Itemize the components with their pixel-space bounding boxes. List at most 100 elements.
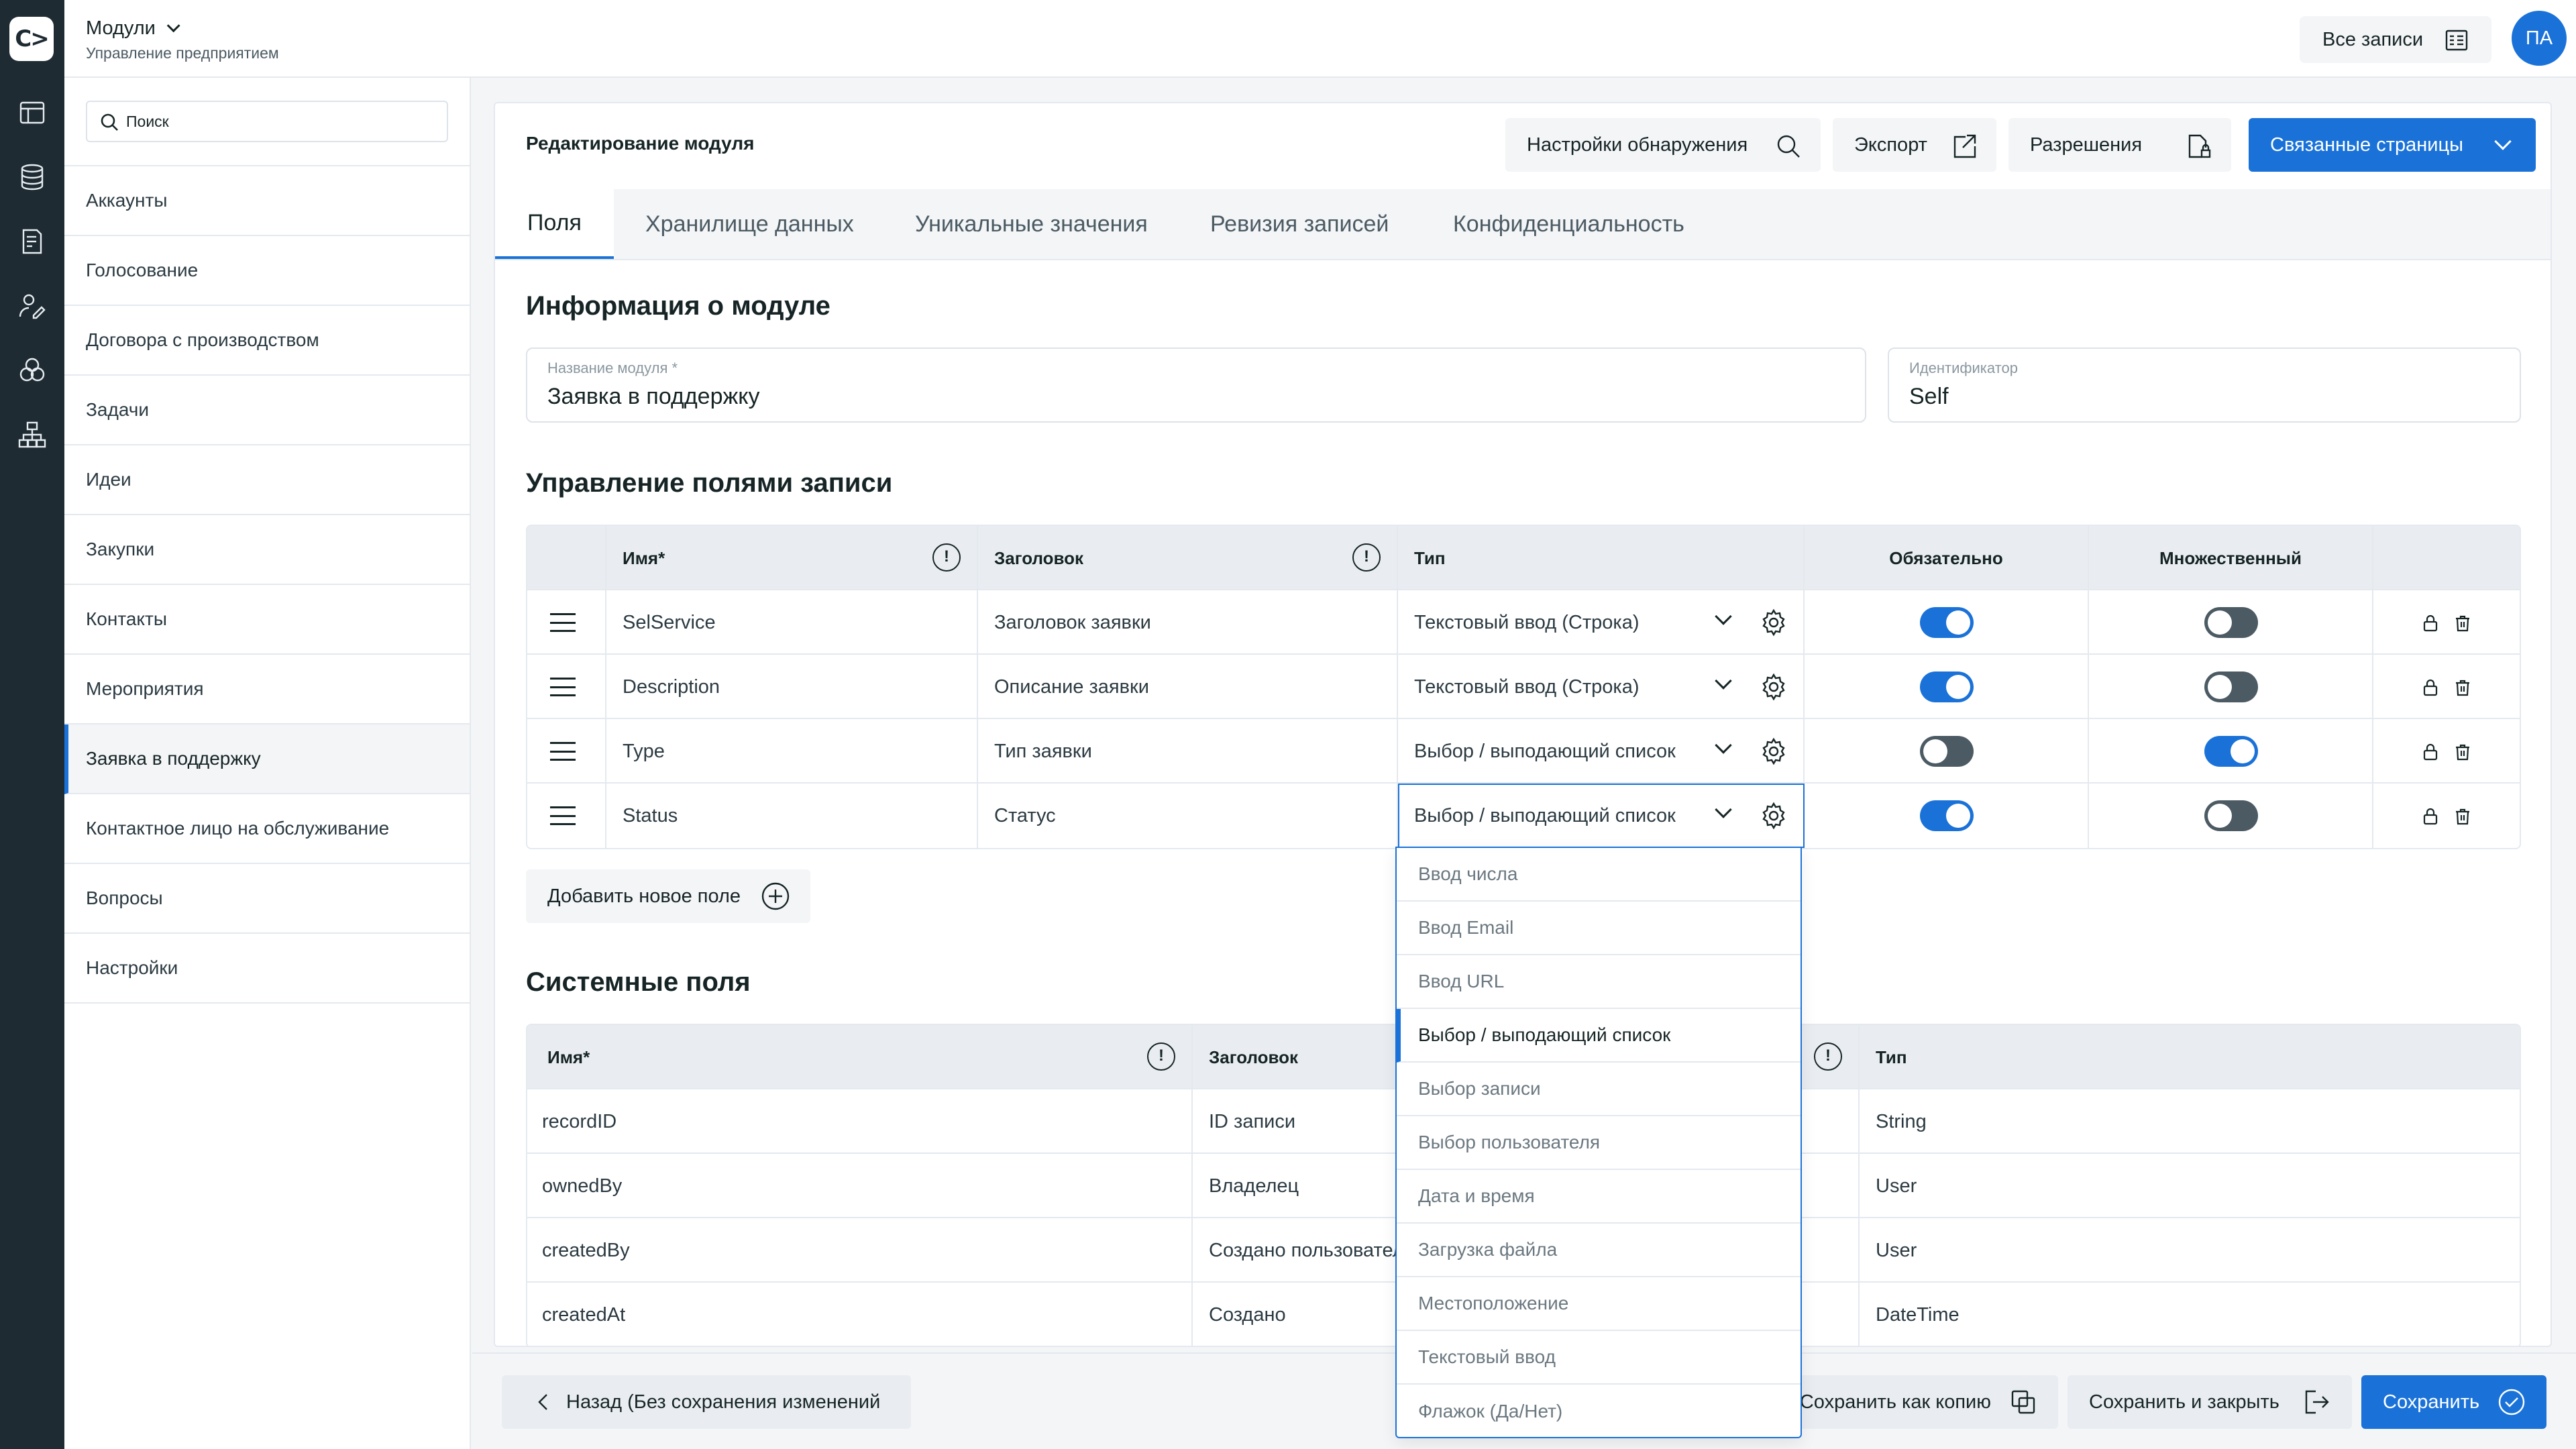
drag-handle-icon[interactable] bbox=[527, 784, 606, 848]
column-label: Имя* bbox=[623, 547, 665, 568]
save-button[interactable]: Сохранить bbox=[2361, 1375, 2546, 1429]
field-name[interactable]: Status bbox=[606, 784, 978, 848]
required-cell bbox=[1805, 719, 2089, 784]
dropdown-option[interactable]: Дата и время bbox=[1397, 1170, 1801, 1224]
database-icon[interactable] bbox=[17, 162, 47, 192]
dropdown-option[interactable]: Загрузка файла bbox=[1397, 1224, 1801, 1277]
lock-icon[interactable] bbox=[2420, 806, 2440, 826]
field-name[interactable]: Description bbox=[606, 655, 978, 719]
chevron-left-icon bbox=[538, 1394, 547, 1410]
add-field-label: Добавить новое поле bbox=[547, 885, 741, 907]
sidebar-item[interactable]: Закупки bbox=[64, 515, 470, 585]
trash-icon[interactable] bbox=[2453, 613, 2473, 633]
dropdown-option[interactable]: Ввод URL bbox=[1397, 955, 1801, 1009]
required-toggle[interactable] bbox=[1920, 800, 1974, 831]
sidebar-item[interactable]: Аккаунты bbox=[64, 166, 470, 236]
related-pages-button[interactable]: Связанные страницы bbox=[2249, 118, 2536, 172]
sidebar-item[interactable]: Мероприятия bbox=[64, 655, 470, 724]
sidebar-item[interactable]: Контакты bbox=[64, 585, 470, 655]
back-button[interactable]: Назад (Без сохранения изменений bbox=[502, 1375, 911, 1429]
sidebar-item[interactable]: Идеи bbox=[64, 445, 470, 515]
app-title[interactable]: Модули bbox=[86, 17, 180, 40]
tab-unique-values[interactable]: Уникальные значения bbox=[915, 189, 1148, 259]
drag-handle-icon[interactable] bbox=[527, 655, 606, 719]
discovery-settings-button[interactable]: Настройки обнаружения bbox=[1505, 118, 1821, 172]
info-icon[interactable] bbox=[1147, 1042, 1175, 1071]
required-toggle[interactable] bbox=[1920, 736, 1974, 767]
lock-icon[interactable] bbox=[2420, 742, 2440, 762]
gear-icon[interactable] bbox=[1759, 608, 1788, 637]
gear-icon[interactable] bbox=[1759, 672, 1788, 702]
info-icon[interactable] bbox=[1814, 1042, 1842, 1071]
gear-icon[interactable] bbox=[1759, 801, 1788, 830]
dropdown-option[interactable]: Местоположение bbox=[1397, 1277, 1801, 1331]
table-icon[interactable] bbox=[17, 98, 47, 127]
multiple-toggle[interactable] bbox=[2204, 607, 2258, 638]
info-icon[interactable] bbox=[1352, 543, 1381, 572]
sidebar-item[interactable]: Задачи bbox=[64, 376, 470, 445]
dropdown-option[interactable]: Выбор записи bbox=[1397, 1063, 1801, 1116]
identifier-field[interactable]: Идентификатор Self bbox=[1888, 347, 2521, 423]
multiple-toggle[interactable] bbox=[2204, 800, 2258, 831]
system-fields-title: Системные поля bbox=[526, 967, 751, 997]
field-type-select[interactable]: Выбор / выподающий список bbox=[1398, 719, 1805, 784]
dropdown-option[interactable]: Текстовый ввод bbox=[1397, 1331, 1801, 1385]
drag-handle-icon[interactable] bbox=[527, 590, 606, 655]
name-column-header: Имя* bbox=[606, 526, 978, 590]
all-records-button[interactable]: Все записи bbox=[2300, 16, 2491, 63]
sidebar-item[interactable]: Контактное лицо на обслуживание bbox=[64, 794, 470, 864]
trash-icon[interactable] bbox=[2453, 678, 2473, 698]
multiple-toggle[interactable] bbox=[2204, 736, 2258, 767]
tab-data-storage[interactable]: Хранилище данных bbox=[645, 189, 854, 259]
tab-fields[interactable]: Поля bbox=[495, 189, 614, 259]
dropdown-option[interactable]: Флажок (Да/Нет) bbox=[1397, 1385, 1801, 1438]
field-name[interactable]: Type bbox=[606, 719, 978, 784]
dropdown-option[interactable]: Ввод числа bbox=[1397, 848, 1801, 902]
user-edit-icon[interactable] bbox=[17, 291, 47, 321]
info-icon[interactable] bbox=[932, 543, 961, 572]
chevron-down-icon bbox=[166, 19, 180, 33]
required-toggle[interactable] bbox=[1920, 672, 1974, 702]
module-name-field[interactable]: Название модуля * Заявка в поддержку bbox=[526, 347, 1866, 423]
sidebar-item[interactable]: Вопросы bbox=[64, 864, 470, 934]
name-column-header: Имя* bbox=[527, 1025, 1193, 1089]
drag-handle-icon[interactable] bbox=[527, 719, 606, 784]
gear-icon[interactable] bbox=[1759, 737, 1788, 766]
circles-icon[interactable] bbox=[17, 356, 47, 385]
required-toggle[interactable] bbox=[1920, 607, 1974, 638]
field-type-select[interactable]: Текстовый ввод (Строка) bbox=[1398, 655, 1805, 719]
sidebar-item[interactable]: Настройки bbox=[64, 934, 470, 1004]
field-type-select[interactable]: Текстовый ввод (Строка) bbox=[1398, 590, 1805, 655]
export-button[interactable]: Экспорт bbox=[1833, 118, 1996, 172]
sidebar-item-active[interactable]: Заявка в поддержку bbox=[64, 724, 470, 794]
dropdown-option[interactable]: Выбор пользователя bbox=[1397, 1116, 1801, 1170]
field-label[interactable]: Тип заявки bbox=[978, 719, 1398, 784]
add-field-button[interactable]: Добавить новое поле bbox=[526, 869, 810, 923]
dropdown-option[interactable]: Ввод Email bbox=[1397, 902, 1801, 955]
sidebar-item[interactable]: Голосование bbox=[64, 236, 470, 306]
trash-icon[interactable] bbox=[2453, 806, 2473, 826]
field-label[interactable]: Статус bbox=[978, 784, 1398, 848]
trash-icon[interactable] bbox=[2453, 742, 2473, 762]
app-logo[interactable]: C> bbox=[9, 17, 54, 61]
chevron-down-icon bbox=[1715, 608, 1732, 625]
field-name[interactable]: SelService bbox=[606, 590, 978, 655]
copy-icon bbox=[2011, 1390, 2035, 1414]
tab-privacy[interactable]: Конфиденциальность bbox=[1453, 189, 1684, 259]
sidebar-item[interactable]: Договора с производством bbox=[64, 306, 470, 376]
lock-icon[interactable] bbox=[2420, 678, 2440, 698]
permissions-button[interactable]: Разрешения bbox=[2008, 118, 2231, 172]
report-icon[interactable] bbox=[17, 227, 47, 256]
field-label[interactable]: Описание заявки bbox=[978, 655, 1398, 719]
save-close-button[interactable]: Сохранить и закрыть bbox=[2068, 1375, 2352, 1429]
field-type-select-open[interactable]: Выбор / выподающий список bbox=[1398, 784, 1805, 848]
search-input[interactable]: Поиск bbox=[86, 101, 448, 142]
tab-record-revisions[interactable]: Ревизия записей bbox=[1210, 189, 1389, 259]
multiple-toggle[interactable] bbox=[2204, 672, 2258, 702]
field-label[interactable]: Заголовок заявки bbox=[978, 590, 1398, 655]
hierarchy-icon[interactable] bbox=[17, 420, 47, 449]
dropdown-option-selected[interactable]: Выбор / выподающий список bbox=[1397, 1009, 1801, 1063]
lock-icon[interactable] bbox=[2420, 613, 2440, 633]
user-avatar[interactable]: ПА bbox=[2512, 11, 2567, 66]
save-copy-button[interactable]: Сохранить как копию bbox=[1774, 1375, 2058, 1429]
